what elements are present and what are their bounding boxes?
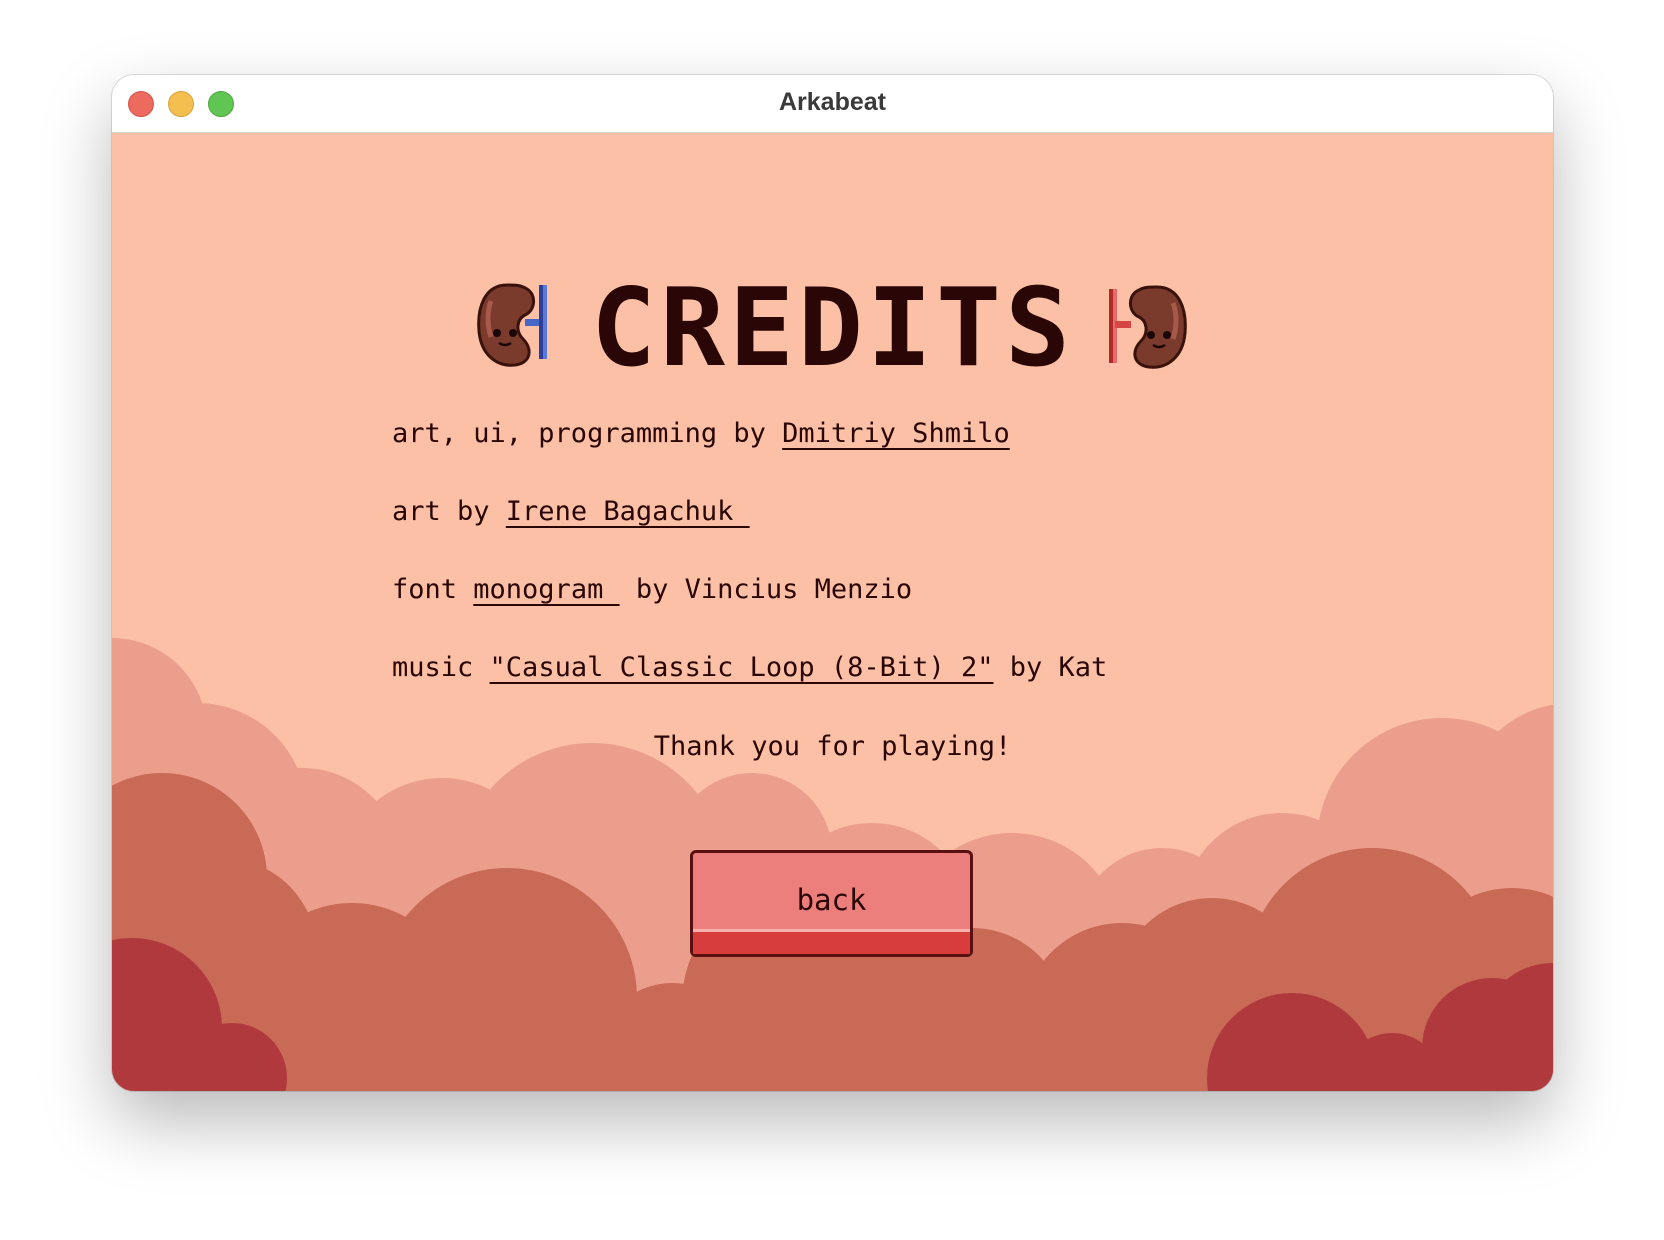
credits-heading: CREDITS [590, 266, 1075, 391]
credit-text: by Vincius Menzio [619, 574, 913, 605]
credit-link-monogram[interactable]: monogram [473, 574, 619, 605]
app-window: Arkabeat CREDITS art, ui, programming by… [112, 75, 1553, 1091]
thank-you-message: Thank you for playing! [653, 731, 1012, 762]
kidney-red-icon [1109, 285, 1187, 369]
credit-line-programming: art, ui, programming by Dmitriy Shmilo [392, 420, 1010, 447]
credit-link-dmitriy-shmilo[interactable]: Dmitriy Shmilo [782, 418, 1010, 449]
credits-screen: CREDITS art, ui, programming by Dmitriy … [112, 133, 1553, 1091]
credit-text: art by [392, 496, 506, 527]
credit-text: music [392, 652, 490, 683]
button-base [693, 929, 970, 954]
credit-link-music-track[interactable]: "Casual Classic Loop (8-Bit) 2" [490, 652, 994, 683]
credit-link-irene-bagachuk[interactable]: Irene Bagachuk [506, 496, 750, 527]
credit-line-music: music "Casual Classic Loop (8-Bit) 2" by… [392, 654, 1107, 681]
title-bar: Arkabeat [112, 75, 1553, 133]
credit-text: art, ui, programming by [392, 418, 783, 449]
credit-line-font: font monogram by Vincius Menzio [392, 576, 912, 603]
credit-text: by Kat [993, 652, 1108, 683]
window-title: Arkabeat [779, 88, 886, 116]
credit-line-art: art by Irene Bagachuk [392, 498, 750, 525]
back-button-label: back [796, 883, 867, 917]
credit-text: font [392, 574, 474, 605]
back-button[interactable]: back [690, 850, 973, 957]
